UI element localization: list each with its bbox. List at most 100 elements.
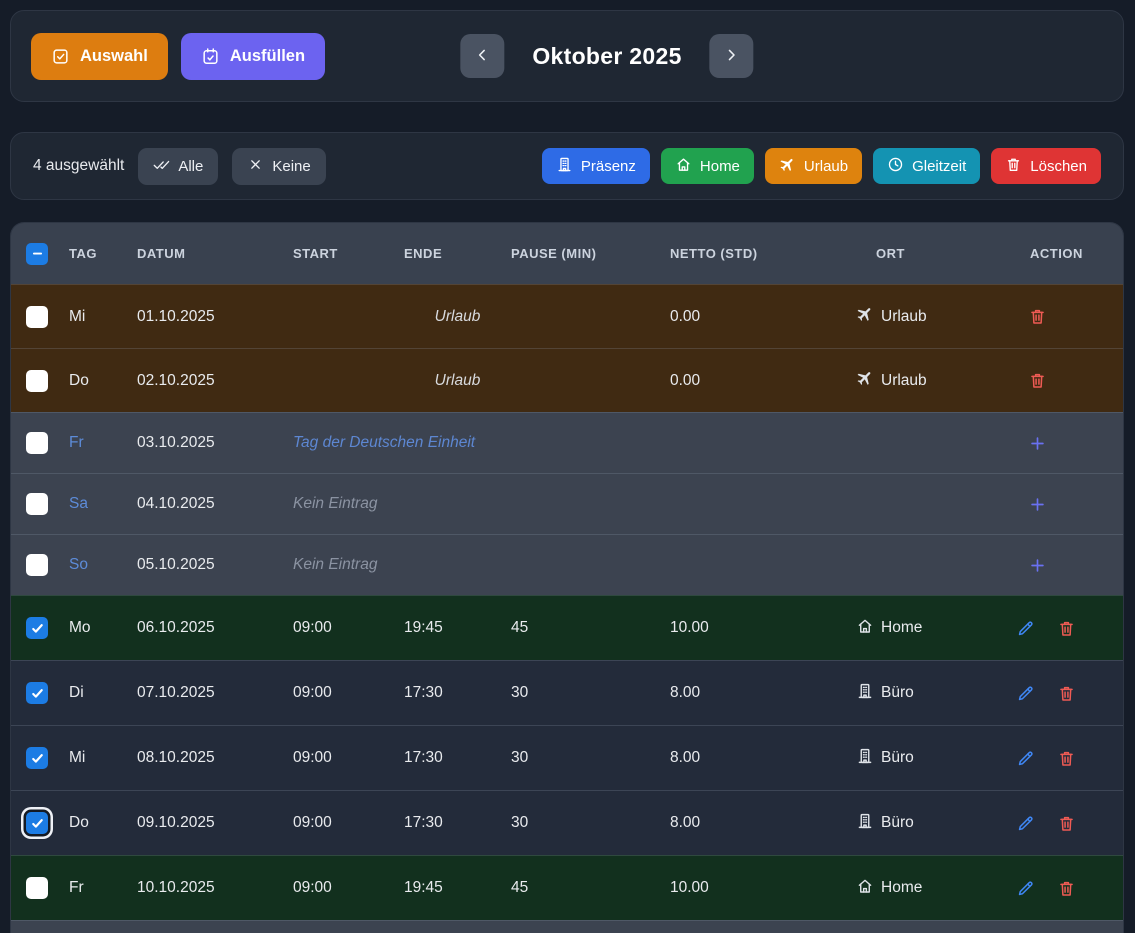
row-checkbox-cell (11, 747, 69, 769)
row-date: 04.10.2025 (137, 495, 293, 513)
row-checkbox[interactable] (26, 306, 48, 328)
row-day: Di (69, 684, 137, 702)
ausfuellen-button[interactable]: Ausfüllen (181, 33, 325, 80)
delete-entry-button[interactable] (1057, 814, 1076, 833)
row-end: 17:30 (404, 814, 511, 832)
row-day: Do (69, 814, 137, 832)
delete-entry-button[interactable] (1057, 749, 1076, 768)
row-end: 19:45 (404, 879, 511, 897)
edit-entry-button[interactable] (1016, 619, 1035, 638)
add-entry-button[interactable] (1027, 433, 1048, 454)
row-start: 09:00 (293, 684, 404, 702)
row-checkbox[interactable] (26, 370, 48, 392)
month-navigation: Oktober 2025 (460, 34, 753, 78)
row-note: Kein Eintrag (293, 495, 856, 513)
edit-entry-button[interactable] (1016, 879, 1035, 898)
row-date: 07.10.2025 (137, 684, 293, 702)
row-checkbox[interactable] (26, 617, 48, 639)
bulk-actions: Präsenz Home Urlaub Gleitzeit Löschen (542, 148, 1101, 184)
plane-icon (856, 305, 874, 328)
row-start: 09:00 (293, 814, 404, 832)
column-header-tag: Tag (69, 246, 137, 261)
row-checkbox[interactable] (26, 493, 48, 515)
house-icon (675, 156, 692, 177)
column-header-pause: Pause (Min) (511, 246, 670, 261)
bulk-loeschen-label: Löschen (1030, 158, 1087, 175)
next-row-peek (11, 920, 1123, 933)
row-day: Fr (69, 879, 137, 897)
house-icon (856, 877, 874, 900)
delete-entry-button[interactable] (1028, 371, 1047, 390)
bulk-praesenz-button[interactable]: Präsenz (542, 148, 650, 184)
house-icon (856, 617, 874, 640)
row-actions (1016, 879, 1124, 898)
table-header: Tag Datum Start Ende Pause (Min) Netto (… (11, 223, 1123, 284)
row-checkbox-cell (11, 877, 69, 899)
bulk-praesenz-label: Präsenz (581, 158, 636, 175)
row-end: 17:30 (404, 749, 511, 767)
row-start: 09:00 (293, 619, 404, 637)
selected-count: 4 ausgewählt (33, 157, 124, 175)
row-checkbox[interactable] (26, 682, 48, 704)
row-actions (1016, 307, 1123, 326)
prev-month-button[interactable] (460, 34, 504, 78)
next-month-button[interactable] (710, 34, 754, 78)
table-row: Fr03.10.2025Tag der Deutschen Einheit (11, 412, 1123, 473)
select-all-checkbox[interactable] (26, 243, 48, 265)
delete-entry-button[interactable] (1057, 879, 1076, 898)
row-actions (1016, 371, 1123, 390)
row-checkbox[interactable] (26, 554, 48, 576)
row-ort-label: Urlaub (881, 372, 927, 390)
row-date: 05.10.2025 (137, 556, 293, 574)
row-pause: 30 (511, 749, 670, 767)
row-actions (1016, 684, 1124, 703)
table-row: Do09.10.202509:0017:30308.00Büro (11, 790, 1123, 855)
row-date: 03.10.2025 (137, 434, 293, 452)
trash-icon (1005, 156, 1022, 177)
select-all-button[interactable]: Alle (138, 148, 218, 185)
select-none-button[interactable]: Keine (232, 148, 325, 185)
row-ort-label: Urlaub (881, 308, 927, 326)
row-ort-label: Home (881, 619, 922, 637)
row-day: Mi (69, 308, 137, 326)
row-checkbox[interactable] (26, 812, 48, 834)
row-checkbox[interactable] (26, 877, 48, 899)
row-note: Urlaub (404, 308, 511, 326)
ausfuellen-button-label: Ausfüllen (230, 47, 305, 66)
table-row: Do02.10.2025Urlaub0.00Urlaub (11, 348, 1123, 412)
month-title: Oktober 2025 (532, 43, 681, 70)
row-pause: 45 (511, 879, 670, 897)
edit-entry-button[interactable] (1016, 749, 1035, 768)
bulk-home-button[interactable]: Home (661, 148, 754, 184)
bulk-home-label: Home (700, 158, 740, 175)
row-checkbox-cell (11, 370, 69, 392)
edit-entry-button[interactable] (1016, 684, 1035, 703)
row-ort: Büro (856, 747, 1016, 770)
table-row: Fr10.10.202509:0019:454510.00Home (11, 855, 1123, 920)
delete-entry-button[interactable] (1028, 307, 1047, 326)
row-checkbox-cell (11, 493, 69, 515)
row-checkbox[interactable] (26, 747, 48, 769)
header-checkbox-cell (11, 243, 69, 265)
row-checkbox[interactable] (26, 432, 48, 454)
auswahl-button[interactable]: Auswahl (31, 33, 168, 80)
bulk-loeschen-button[interactable]: Löschen (991, 148, 1101, 184)
delete-entry-button[interactable] (1057, 619, 1076, 638)
row-day: Sa (69, 495, 137, 513)
add-entry-button[interactable] (1027, 494, 1048, 515)
delete-entry-button[interactable] (1057, 684, 1076, 703)
table-row: So05.10.2025Kein Eintrag (11, 534, 1123, 595)
building-icon (856, 747, 874, 770)
row-day: Do (69, 372, 137, 390)
building-icon (556, 156, 573, 177)
add-entry-button[interactable] (1027, 555, 1048, 576)
row-start: 09:00 (293, 879, 404, 897)
edit-entry-button[interactable] (1016, 814, 1035, 833)
building-icon (856, 682, 874, 705)
toolbar-left-group: Auswahl Ausfüllen (31, 33, 325, 80)
selection-info-group: 4 ausgewählt Alle Keine (33, 148, 326, 185)
bulk-gleitzeit-button[interactable]: Gleitzeit (873, 148, 980, 184)
building-icon (856, 812, 874, 835)
bulk-urlaub-button[interactable]: Urlaub (765, 148, 862, 184)
month-toolbar: Auswahl Ausfüllen Oktober 2025 (10, 10, 1124, 102)
